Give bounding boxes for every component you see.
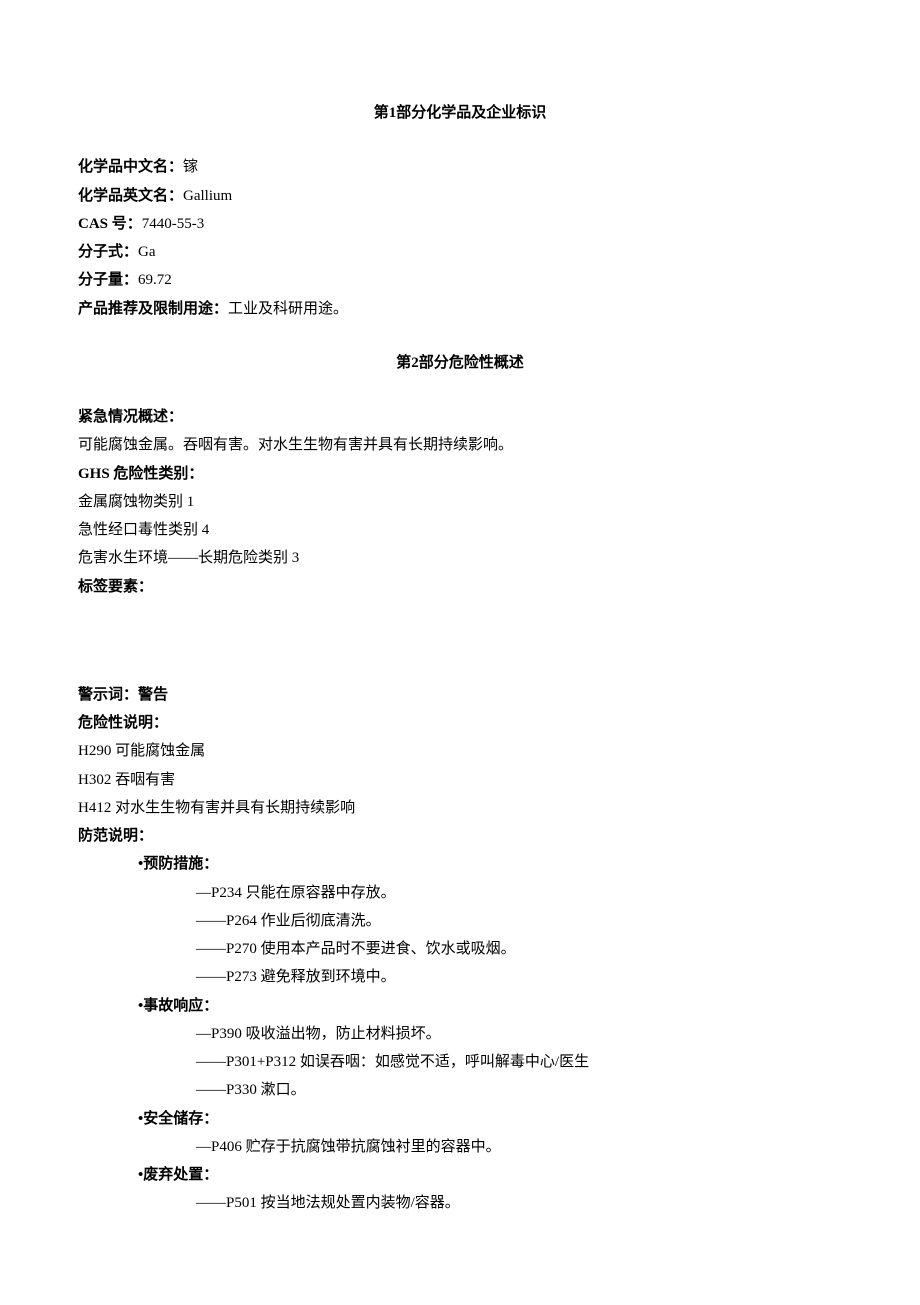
ghs-item: 金属腐蚀物类别 1 [78,489,842,515]
title-suffix: 部分化学品及企业标识 [396,105,546,121]
precaution-item: ——P273 避免释放到环境中。 [78,964,842,990]
pictogram-spacer [78,602,842,682]
section-1: 第1部分化学品及企业标识 化学品中文名：镓 化学品英文名：Gallium CAS… [78,100,842,322]
precaution-item: ——P501 按当地法规处置内装物/容器。 [78,1190,842,1216]
section-2: 第2部分危险性概述 紧急情况概述： 可能腐蚀金属。吞咽有害。对水生生物有害并具有… [78,350,842,1217]
section-1-title: 第1部分化学品及企业标识 [78,100,842,126]
row-mw: 分子量：69.72 [78,267,842,293]
signal-row: 警示词：警告 [78,682,842,708]
signal-value: 警告 [138,687,168,703]
title2-prefix: 第 [396,355,411,371]
value-name-en: Gallium [183,188,232,204]
hazard-list: H290 可能腐蚀金属 H302 吞咽有害H412 对水生生物有害并具有长期持续影… [78,738,842,821]
precaution-group-title: •预防措施： [78,851,842,877]
value-name-cn: 镓 [183,159,198,175]
precaution-item: ——P301+P312 如误吞咽：如感觉不适，呼叫解毒中心/医生 [78,1049,842,1075]
value-mw: 69.72 [138,272,172,288]
value-formula: Ga [138,244,156,260]
hazard-label: 危险性说明： [78,710,842,736]
ghs-item: 急性经口毒性类别 4 [78,517,842,543]
row-name-en: 化学品英文名：Gallium [78,183,842,209]
precaution-groups: •预防措施：—P234 只能在原容器中存放。——P264 作业后彻底清洗。——P… [78,851,842,1216]
title2-num: 2 [411,355,419,371]
title-prefix: 第 [374,105,389,121]
precaution-group-title: •废弃处置： [78,1162,842,1188]
emergency-label: 紧急情况概述： [78,404,842,430]
precaution-group-title: •事故响应： [78,993,842,1019]
section-2-title: 第2部分危险性概述 [78,350,842,376]
label-name-cn: 化学品中文名： [78,159,183,175]
hazard-item: H290 可能腐蚀金属 [78,738,842,764]
label-elements: 标签要素： [78,574,842,600]
precaution-item: ——P264 作业后彻底清洗。 [78,908,842,934]
precaution-group-title: •安全储存： [78,1106,842,1132]
row-name-cn: 化学品中文名：镓 [78,154,842,180]
row-use: 产品推荐及限制用途：工业及科研用途。 [78,296,842,322]
ghs-label: GHS 危险性类别： [78,461,842,487]
ghs-list: 金属腐蚀物类别 1急性经口毒性类别 4危害水生环境——长期危险类别 3 [78,489,842,572]
precaution-label: 防范说明： [78,823,842,849]
value-use: 工业及科研用途。 [228,301,348,317]
row-cas: CAS 号：7440-55-3 [78,211,842,237]
precaution-item: —P390 吸收溢出物，防止材料损坏。 [78,1021,842,1047]
label-use: 产品推荐及限制用途： [78,301,228,317]
signal-label: 警示词： [78,687,138,703]
value-cas: 7440-55-3 [142,216,205,232]
ghs-item: 危害水生环境——长期危险类别 3 [78,545,842,571]
precaution-item: —P406 贮存于抗腐蚀带抗腐蚀衬里的容器中。 [78,1134,842,1160]
hazard-item: H412 对水生生物有害并具有长期持续影响 [78,795,842,821]
label-formula: 分子式： [78,244,138,260]
title2-suffix: 部分危险性概述 [419,355,524,371]
label-mw: 分子量： [78,272,138,288]
emergency-text: 可能腐蚀金属。吞咽有害。对水生生物有害并具有长期持续影响。 [78,432,842,458]
precaution-item: —P234 只能在原容器中存放。 [78,880,842,906]
label-name-en: 化学品英文名： [78,188,183,204]
hazard-item: H302 吞咽有害 [78,767,842,793]
precaution-item: ——P330 漱口。 [78,1077,842,1103]
row-formula: 分子式：Ga [78,239,842,265]
label-cas: CAS 号： [78,216,142,232]
precaution-item: ——P270 使用本产品时不要进食、饮水或吸烟。 [78,936,842,962]
